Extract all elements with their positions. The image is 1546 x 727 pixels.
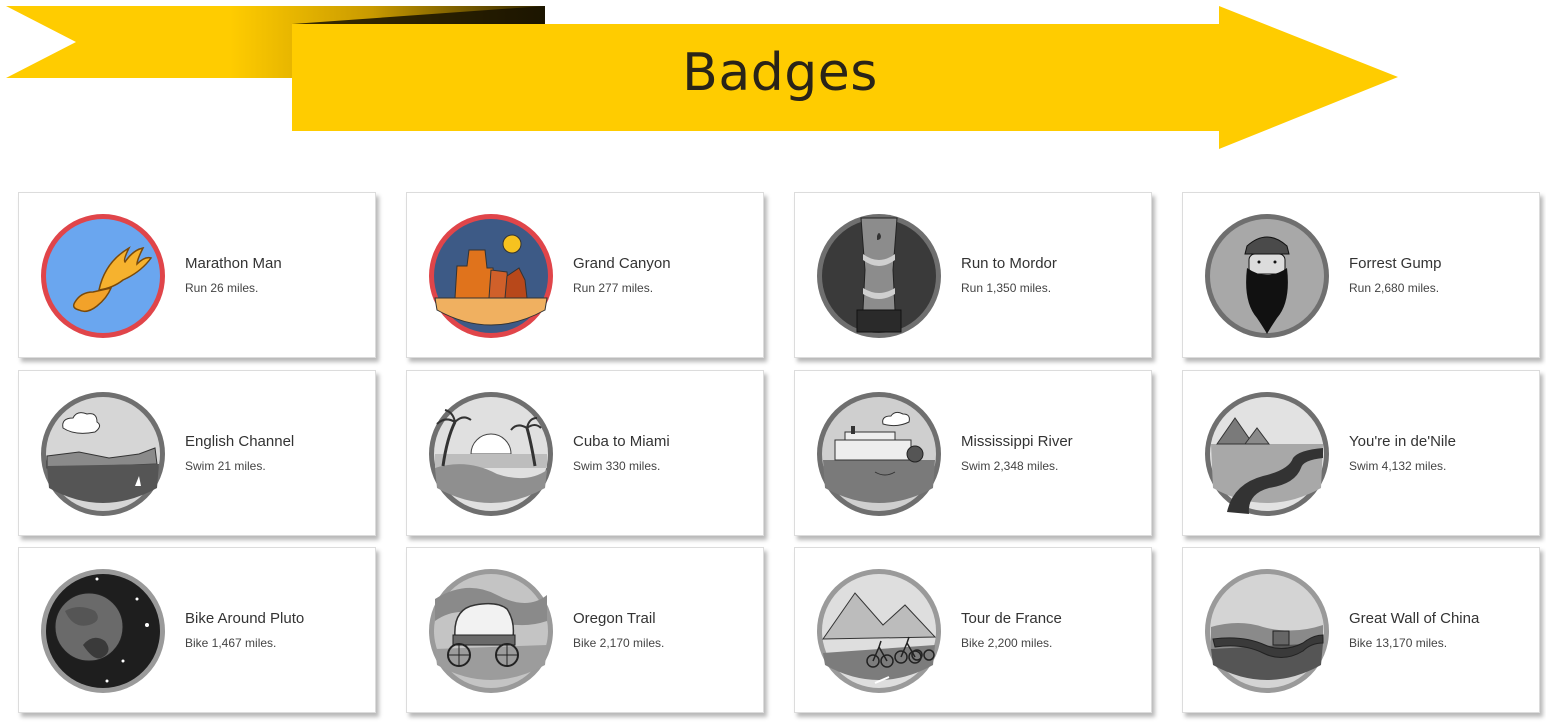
pyramids-icon <box>1203 388 1331 520</box>
badge-title: Forrest Gump <box>1349 255 1442 272</box>
badge-goal: Run 26 miles. <box>185 281 259 295</box>
badge-goal: Run 277 miles. <box>573 281 654 295</box>
wagon-icon <box>427 565 555 697</box>
badge-goal: Swim 4,132 miles. <box>1349 459 1447 473</box>
badge-card-cuba-to-miami[interactable]: Cuba to Miami Swim 330 miles. <box>406 370 764 536</box>
badge-goal: Bike 1,467 miles. <box>185 636 277 650</box>
steamboat-icon <box>815 388 943 520</box>
badge-card-bike-around-pluto[interactable]: Bike Around Pluto Bike 1,467 miles. <box>18 547 376 713</box>
badge-card-oregon-trail[interactable]: Oregon Trail Bike 2,170 miles. <box>406 547 764 713</box>
winged-shoe-icon <box>39 210 167 342</box>
badge-title: Grand Canyon <box>573 255 671 272</box>
badge-goal: Run 2,680 miles. <box>1349 281 1440 295</box>
badge-goal: Bike 13,170 miles. <box>1349 636 1448 650</box>
header-banner: Badges <box>0 0 1546 160</box>
tower-icon <box>815 210 943 342</box>
badge-card-grand-canyon[interactable]: Grand Canyon Run 277 miles. <box>406 192 764 358</box>
planet-icon <box>39 565 167 697</box>
badge-goal: Bike 2,170 miles. <box>573 636 665 650</box>
badge-title: Bike Around Pluto <box>185 610 305 627</box>
canyon-icon <box>427 210 555 342</box>
badge-title: Cuba to Miami <box>573 433 670 450</box>
badge-card-youre-in-denile[interactable]: You're in de'Nile Swim 4,132 miles. <box>1182 370 1540 536</box>
badge-title: Oregon Trail <box>573 610 656 627</box>
badge-card-marathon-man[interactable]: Marathon Man Run 26 miles. <box>18 192 376 358</box>
badge-goal: Bike 2,200 miles. <box>961 636 1053 650</box>
badge-title: Tour de France <box>961 610 1062 627</box>
great-wall-icon <box>1203 565 1331 697</box>
badge-card-mississippi-river[interactable]: Mississippi River Swim 2,348 miles. <box>794 370 1152 536</box>
badge-goal: Swim 21 miles. <box>185 459 266 473</box>
badge-title: Mississippi River <box>961 433 1073 450</box>
palm-sunset-icon <box>427 388 555 520</box>
badge-goal: Swim 2,348 miles. <box>961 459 1059 473</box>
badge-title: Run to Mordor <box>961 255 1057 272</box>
cyclists-icon <box>815 565 943 697</box>
badge-title: Marathon Man <box>185 255 282 272</box>
badge-card-run-to-mordor[interactable]: Run to Mordor Run 1,350 miles. <box>794 192 1152 358</box>
badge-title: English Channel <box>185 433 295 450</box>
badge-card-forrest-gump[interactable]: Forrest Gump Run 2,680 miles. <box>1182 192 1540 358</box>
badge-card-great-wall-of-china[interactable]: Great Wall of China Bike 13,170 miles. <box>1182 547 1540 713</box>
badge-goal: Swim 330 miles. <box>573 459 661 473</box>
badge-card-tour-de-france[interactable]: Tour de France Bike 2,200 miles. <box>794 547 1152 713</box>
badge-title: Great Wall of China <box>1349 610 1480 627</box>
page-title: Badges <box>682 43 878 103</box>
cliffs-icon <box>39 388 167 520</box>
badge-title: You're in de'Nile <box>1349 433 1456 450</box>
badge-card-english-channel[interactable]: English Channel Swim 21 miles. <box>18 370 376 536</box>
bearded-man-icon <box>1203 210 1331 342</box>
badge-goal: Run 1,350 miles. <box>961 281 1052 295</box>
